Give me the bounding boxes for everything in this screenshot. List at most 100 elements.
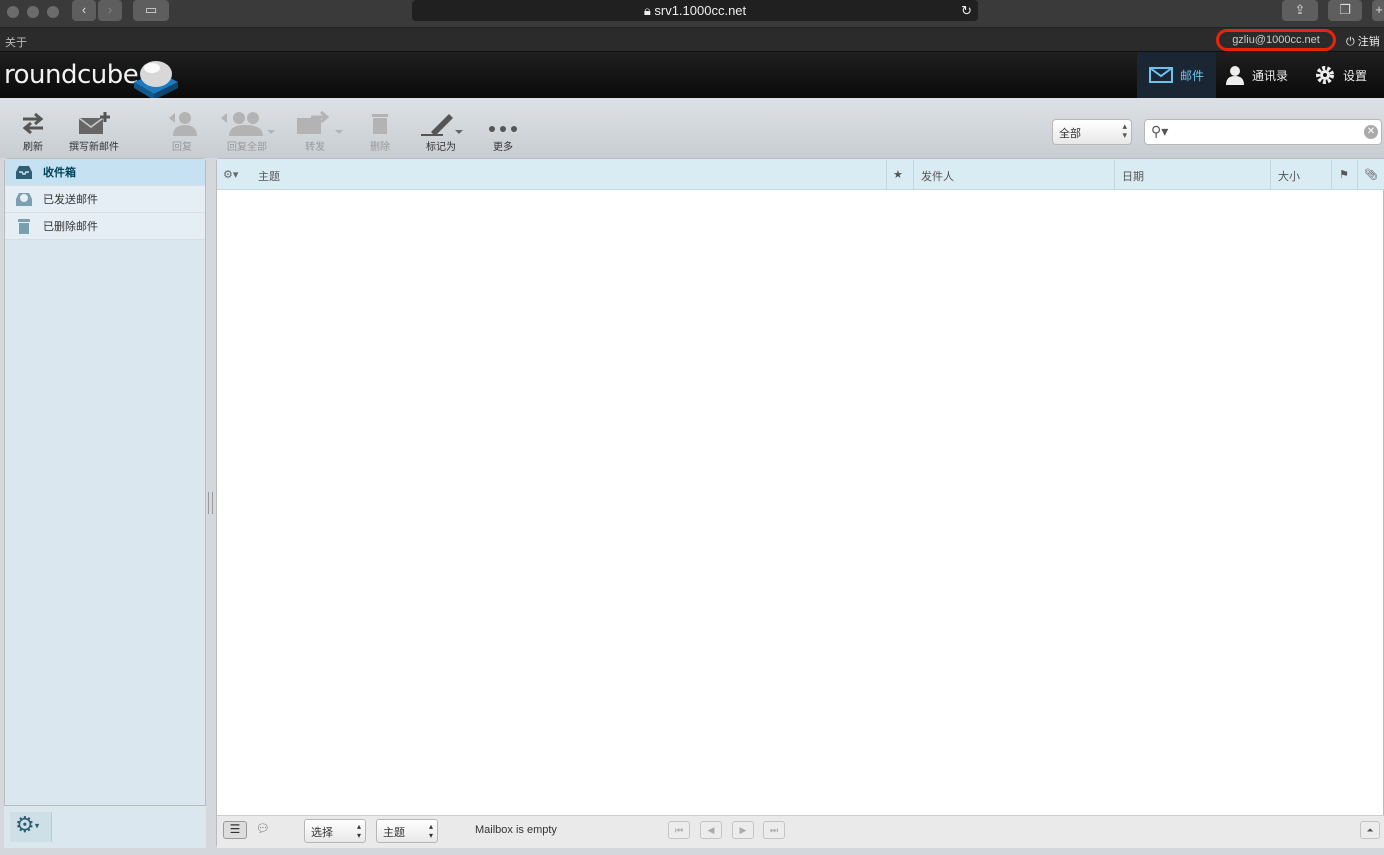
- search-input[interactable]: [1177, 124, 1357, 136]
- select-arrows-icon: ▴ ▾: [1122, 121, 1127, 140]
- reply-all-label: 回复全部: [227, 142, 267, 153]
- pane-splitter[interactable]: [208, 492, 213, 514]
- mark-button[interactable]: 标记为: [411, 110, 471, 153]
- threads-view-icon[interactable]: 💬︎: [256, 822, 276, 838]
- inbox-icon: [16, 166, 32, 179]
- tabs-icon[interactable]: ❐: [1328, 0, 1362, 21]
- sidebar-icon[interactable]: ▭: [133, 0, 169, 21]
- delete-button[interactable]: 删除: [350, 110, 410, 153]
- delete-label: 删除: [370, 142, 390, 153]
- lock-icon: 🔒︎: [643, 3, 651, 18]
- more-label: 更多: [493, 142, 513, 153]
- folder-trash[interactable]: 已删除邮件: [5, 213, 205, 240]
- refresh-label: 刷新: [23, 142, 43, 153]
- column-subject[interactable]: 主题: [258, 168, 280, 184]
- refresh-button[interactable]: 刷新: [3, 110, 63, 153]
- folder-inbox-label: 收件箱: [43, 167, 76, 179]
- list-options-gear-icon[interactable]: ⚙▾: [223, 168, 238, 181]
- power-icon: ⏻: [1346, 36, 1358, 48]
- more-icon: [489, 126, 517, 132]
- forward-label: 转发: [305, 142, 325, 153]
- window-minimize-dot[interactable]: [27, 6, 39, 18]
- about-link[interactable]: 关于: [5, 34, 27, 50]
- mark-icon: [421, 114, 463, 136]
- column-divider: [1331, 160, 1332, 189]
- folder-trash-label: 已删除邮件: [43, 221, 98, 233]
- column-divider: [1114, 160, 1115, 189]
- reply-all-icon: [221, 112, 275, 136]
- status-message: Mailbox is empty: [475, 824, 557, 836]
- folder-inbox[interactable]: 收件箱: [5, 159, 205, 186]
- trash-icon: [372, 114, 388, 134]
- gear-icon: [1316, 66, 1334, 84]
- last-page-icon[interactable]: ⏭: [763, 821, 785, 839]
- first-page-icon[interactable]: ⏮: [668, 821, 690, 839]
- logo: roundcube: [4, 60, 139, 90]
- nav-mail[interactable]: 邮件: [1137, 52, 1217, 98]
- share-icon[interactable]: ⇪: [1282, 0, 1318, 21]
- search-box[interactable]: ⚲▾ ✕: [1144, 119, 1382, 145]
- sent-icon: [16, 193, 32, 206]
- select-menu-label: 选择: [311, 827, 333, 839]
- select-arrows-icon: ▴ ▾: [428, 822, 433, 840]
- folder-list-empty-area: [5, 240, 205, 805]
- folder-sent-label: 已发送邮件: [43, 194, 98, 206]
- column-attachment-icon[interactable]: 📎︎: [1364, 168, 1378, 181]
- back-icon[interactable]: ‹: [72, 0, 96, 21]
- logout-button[interactable]: ⏻ 注销: [1346, 33, 1380, 49]
- new-tab-icon[interactable]: +: [1372, 0, 1384, 21]
- column-divider: [1357, 160, 1358, 189]
- forward-icon: [297, 110, 343, 134]
- column-divider: [1270, 160, 1271, 189]
- select-arrows-icon: ▴ ▾: [356, 822, 361, 840]
- search-icon[interactable]: ⚲▾: [1151, 123, 1168, 140]
- nav-settings-label: 设置: [1343, 68, 1368, 83]
- clear-search-icon[interactable]: ✕: [1364, 125, 1378, 139]
- folder-footer: ⚙▾: [4, 805, 206, 848]
- nav-contacts[interactable]: 通讯录: [1213, 52, 1300, 98]
- address-bar[interactable]: 🔒︎ srv1.1000cc.net ↻: [412, 0, 978, 21]
- nav-mail-label: 邮件: [1180, 68, 1205, 83]
- compose-button[interactable]: 撰写新邮件: [64, 110, 124, 153]
- column-divider: [913, 160, 914, 189]
- folder-settings-gear-icon[interactable]: ⚙▾: [10, 812, 52, 842]
- column-from[interactable]: 发件人: [921, 168, 954, 184]
- next-page-icon[interactable]: ▶: [732, 821, 754, 839]
- mark-label: 标记为: [426, 142, 456, 153]
- contacts-icon: [1226, 66, 1244, 85]
- mail-icon: [1149, 67, 1173, 83]
- compose-label: 撰写新邮件: [69, 142, 119, 153]
- topline: [0, 28, 1384, 52]
- column-divider: [886, 160, 887, 189]
- forward-button[interactable]: 转发: [285, 110, 345, 153]
- column-flag-icon[interactable]: ⚑: [1339, 168, 1349, 181]
- column-date[interactable]: 日期: [1122, 168, 1144, 184]
- message-list-header: [217, 159, 1384, 190]
- list-view-icon[interactable]: ☰: [223, 821, 247, 839]
- more-button[interactable]: 更多: [473, 110, 533, 153]
- forward-nav-icon[interactable]: ›: [98, 0, 122, 21]
- trash-icon: [18, 219, 30, 234]
- filter-select[interactable]: 全部 ▴ ▾: [1052, 119, 1132, 145]
- nav-settings[interactable]: 设置: [1302, 52, 1379, 98]
- reload-icon[interactable]: ↻: [961, 0, 972, 21]
- refresh-icon: [22, 112, 44, 135]
- window-zoom-dot[interactable]: [47, 6, 59, 18]
- column-size[interactable]: 大小: [1278, 168, 1300, 184]
- column-flagged-star-icon[interactable]: ★: [893, 168, 903, 181]
- compose-icon: [78, 112, 110, 134]
- threads-menu-label: 主题: [383, 827, 405, 839]
- threads-menu[interactable]: 主题 ▴ ▾: [376, 819, 438, 843]
- toggle-preview-icon[interactable]: ⏶: [1360, 821, 1380, 839]
- filter-value: 全部: [1059, 128, 1081, 140]
- reply-all-button[interactable]: 回复全部: [217, 110, 277, 153]
- nav-contacts-label: 通讯录: [1252, 68, 1289, 83]
- reply-icon: [169, 112, 197, 136]
- window-close-dot[interactable]: [7, 6, 19, 18]
- previous-page-icon[interactable]: ◀: [700, 821, 722, 839]
- select-menu[interactable]: 选择 ▴ ▾: [304, 819, 366, 843]
- folder-sent[interactable]: 已发送邮件: [5, 186, 205, 213]
- reply-button[interactable]: 回复: [152, 110, 212, 153]
- logo-cube-icon: [134, 61, 178, 100]
- url-text: srv1.1000cc.net: [654, 3, 747, 18]
